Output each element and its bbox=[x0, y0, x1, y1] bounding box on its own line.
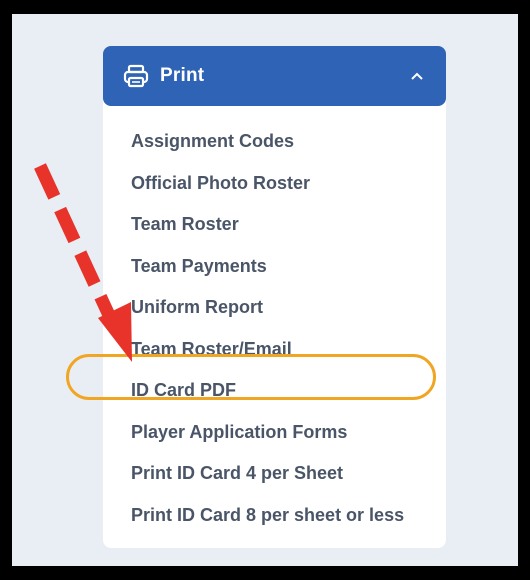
menu-item-print-id-card-4-per-sheet[interactable]: Print ID Card 4 per Sheet bbox=[131, 457, 404, 499]
highlight-outline bbox=[66, 354, 436, 400]
printer-icon bbox=[123, 64, 149, 88]
menu-item-uniform-report[interactable]: Uniform Report bbox=[131, 291, 404, 333]
menu-item-team-payments[interactable]: Team Payments bbox=[131, 250, 404, 292]
print-panel-header[interactable]: Print bbox=[103, 46, 446, 106]
menu-item-print-id-card-8-per-sheet-or-less[interactable]: Print ID Card 8 per sheet or less bbox=[131, 499, 404, 541]
menu-item-official-photo-roster[interactable]: Official Photo Roster bbox=[131, 167, 404, 209]
print-menu-panel: Print Assignment Codes Official Photo Ros… bbox=[103, 46, 446, 548]
print-panel-title: Print bbox=[160, 65, 205, 86]
print-options-list: Assignment Codes Official Photo Roster Tea… bbox=[131, 125, 404, 540]
menu-item-team-roster[interactable]: Team Roster bbox=[131, 208, 404, 250]
chevron-up-icon[interactable] bbox=[410, 68, 424, 80]
screenshot-frame: Print Assignment Codes Official Photo Ros… bbox=[12, 14, 518, 566]
menu-item-player-application-forms[interactable]: Player Application Forms bbox=[131, 416, 404, 458]
menu-item-assignment-codes[interactable]: Assignment Codes bbox=[131, 125, 404, 167]
